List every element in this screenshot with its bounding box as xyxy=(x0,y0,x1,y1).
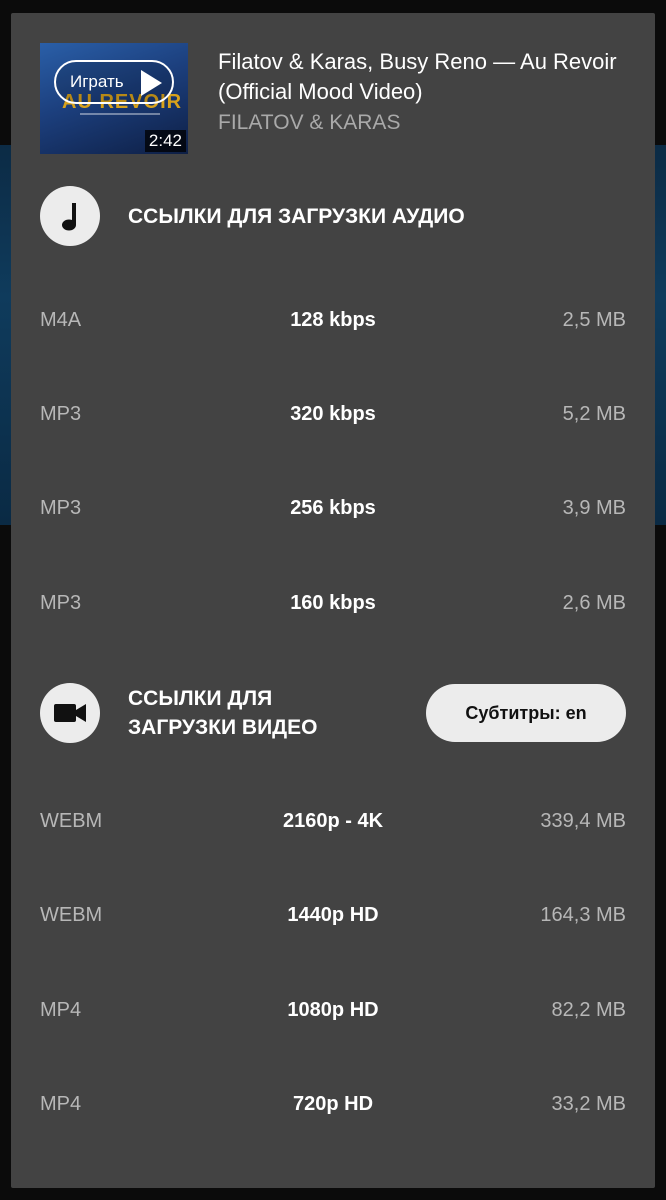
row-size: 2,5 MB xyxy=(562,309,626,331)
video-thumbnail[interactable]: AU REVOIR Играть 2:42 xyxy=(40,43,188,154)
audio-download-row[interactable]: MP3 160 kbps 2,6 MB xyxy=(11,556,655,650)
music-note-icon xyxy=(40,186,100,246)
row-size: 3,9 MB xyxy=(562,497,626,519)
subtitles-button[interactable]: Субтитры: en xyxy=(426,684,626,742)
row-size: 339,4 MB xyxy=(540,810,626,832)
download-sheet: AU REVOIR Играть 2:42 Filatov & Karas, B… xyxy=(11,13,655,1188)
audio-section-title: ССЫЛКИ ДЛЯ ЗАГРУЗКИ АУДИО xyxy=(128,205,465,228)
row-quality: 256 kbps xyxy=(290,497,376,519)
row-quality: 160 kbps xyxy=(290,592,376,614)
video-section-title: ССЫЛКИ ДЛЯ ЗАГРУЗКИ ВИДЕО xyxy=(128,684,317,742)
row-quality: 128 kbps xyxy=(290,309,376,331)
row-size: 164,3 MB xyxy=(540,904,626,926)
audio-download-row[interactable]: M4A 128 kbps 2,5 MB xyxy=(11,273,655,367)
video-download-row[interactable]: MP4 720p HD 33,2 MB xyxy=(11,1057,655,1151)
video-download-row[interactable]: MP4 1080p HD 82,2 MB xyxy=(11,963,655,1057)
video-section-title-line1: ССЫЛКИ ДЛЯ xyxy=(128,687,273,710)
row-size: 82,2 MB xyxy=(551,999,626,1021)
video-duration: 2:42 xyxy=(144,130,186,152)
audio-download-row[interactable]: MP3 320 kbps 5,2 MB xyxy=(11,367,655,461)
video-title: Filatov & Karas, Busy Reno — Au Revoir (… xyxy=(218,49,617,104)
audio-download-row[interactable]: MP3 256 kbps 3,9 MB xyxy=(11,461,655,555)
video-download-row[interactable]: WEBM 2160p - 4K 339,4 MB xyxy=(11,774,655,868)
play-button-label: Играть xyxy=(70,72,124,91)
row-size: 2,6 MB xyxy=(562,592,626,614)
thumbnail-decoration xyxy=(80,113,160,115)
video-download-row[interactable]: WEBM 1440p HD 164,3 MB xyxy=(11,868,655,962)
video-camera-icon xyxy=(40,683,100,743)
row-quality: 320 kbps xyxy=(290,403,376,425)
play-button[interactable]: Играть xyxy=(54,60,174,104)
channel-name: FILATOV & KARAS xyxy=(218,111,401,134)
row-size: 33,2 MB xyxy=(551,1093,626,1115)
video-section-title-line2: ЗАГРУЗКИ ВИДЕО xyxy=(128,716,318,739)
row-size: 5,2 MB xyxy=(562,403,626,425)
play-icon xyxy=(141,70,162,96)
